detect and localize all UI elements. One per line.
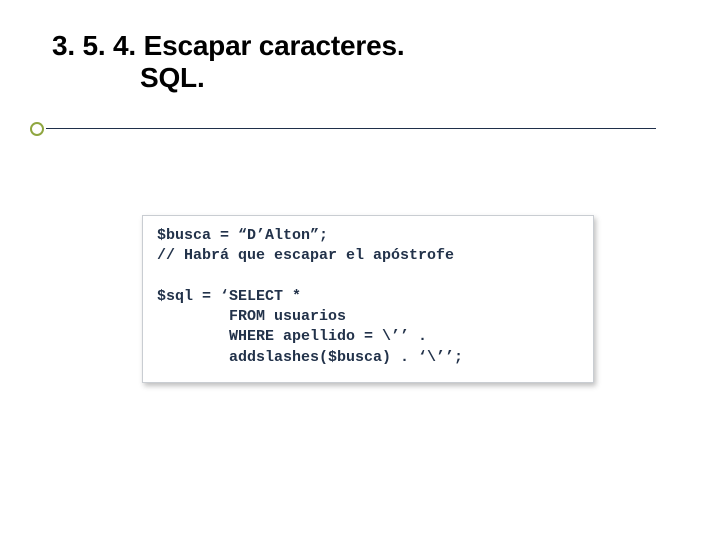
bullet-dot-icon xyxy=(30,122,44,136)
title-line-1: 3. 5. 4. Escapar caracteres. xyxy=(52,30,404,62)
slide: 3. 5. 4. Escapar caracteres. SQL. $busca… xyxy=(0,0,720,540)
code-line: $sql = ‘SELECT * xyxy=(157,288,301,305)
code-line: $busca = “D’Alton”; xyxy=(157,227,328,244)
code-block: $busca = “D’Alton”; // Habrá que escapar… xyxy=(142,215,594,383)
horizontal-rule xyxy=(46,128,656,129)
slide-title: 3. 5. 4. Escapar caracteres. SQL. xyxy=(52,30,404,94)
code-line: WHERE apellido = \’’ . xyxy=(157,328,427,345)
code-content: $busca = “D’Alton”; // Habrá que escapar… xyxy=(157,226,579,368)
title-line-2: SQL. xyxy=(140,62,404,94)
code-line: FROM usuarios xyxy=(157,308,346,325)
title-rule xyxy=(18,118,658,140)
code-line: addslashes($busca) . ‘\’’; xyxy=(157,349,463,366)
code-line: // Habrá que escapar el apóstrofe xyxy=(157,247,454,264)
